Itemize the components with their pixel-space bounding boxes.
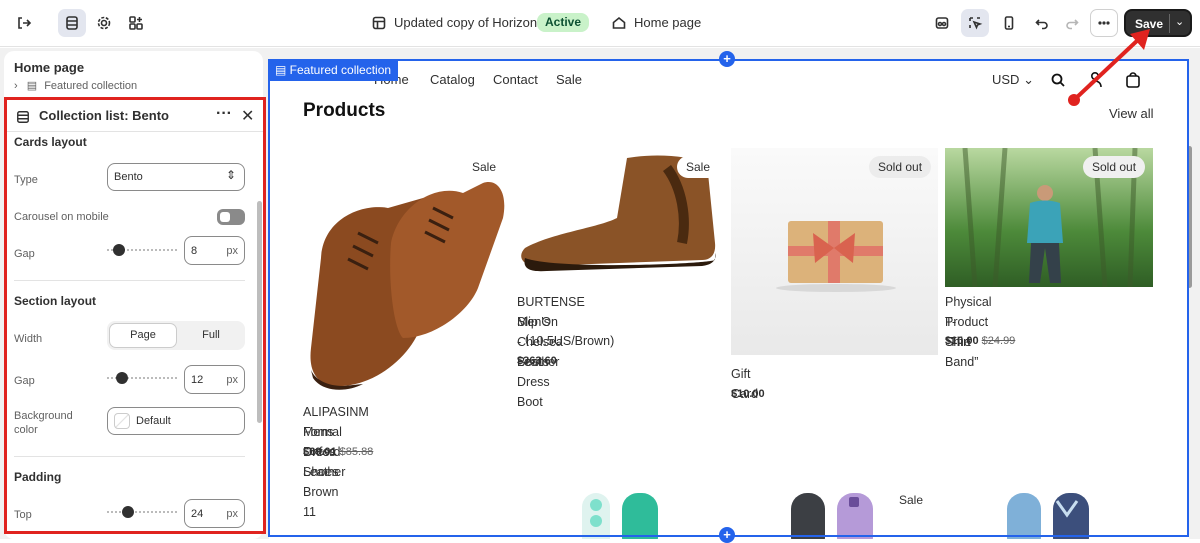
gap-input[interactable]: 8 px (184, 236, 245, 265)
product-image-t-shirt: Sold out (945, 148, 1153, 287)
background-value: Default (136, 415, 171, 427)
width-page-option[interactable]: Page (109, 323, 177, 348)
apps-icon[interactable] (122, 9, 150, 37)
sections-icon[interactable] (58, 9, 86, 37)
collection-icon (17, 111, 29, 123)
product-price: $363.60 (517, 355, 557, 367)
mobile-icon[interactable] (995, 9, 1023, 37)
sidebar: Home page › ▤ Featured collection Collec… (0, 48, 266, 539)
background-label-2: color (14, 424, 38, 436)
sold-out-badge: Sold out (869, 156, 932, 178)
theme-title: Updated copy of Horizon (394, 15, 538, 30)
sale-badge: Sale (677, 156, 720, 178)
account-icon[interactable] (1087, 71, 1103, 88)
product-price: $10.00 $24.99 (945, 335, 1016, 347)
view-all-link[interactable]: View all (1109, 106, 1154, 121)
section-gap-input[interactable]: 12 px (184, 365, 245, 394)
status-badge: Active (537, 13, 590, 32)
product-image-skate-2 (791, 493, 873, 539)
page-selector[interactable]: Home page (634, 15, 701, 30)
carousel-label: Carousel on mobile (14, 211, 109, 223)
preview-scrollbar[interactable] (1187, 146, 1192, 288)
chevron-down-icon[interactable]: ⌄ (1175, 15, 1184, 28)
section-layout-heading: Section layout (14, 294, 97, 308)
section-gap-label: Gap (14, 375, 35, 387)
padding-heading: Padding (14, 470, 62, 484)
background-label: Background (14, 410, 73, 422)
width-full-option[interactable]: Full (177, 323, 245, 348)
padding-top-slider[interactable] (107, 506, 179, 518)
compare-price: $24.99 (981, 335, 1016, 347)
chevron-right-icon[interactable]: › (14, 80, 18, 92)
product-price: $10.00 (731, 388, 765, 400)
cart-icon[interactable] (1125, 71, 1141, 88)
sold-out-badge: Sold out (1083, 156, 1146, 178)
product-image-chelsea-boot: Sale (517, 148, 722, 283)
select-icon[interactable] (961, 9, 989, 37)
section-gap-slider[interactable] (107, 372, 179, 384)
exit-icon[interactable] (10, 9, 38, 37)
sidebar-item-label: Featured collection (44, 80, 138, 92)
background-color-picker[interactable]: Default (107, 407, 245, 435)
store-preview[interactable]: Home Catalog Contact Sale USD ⌄ Products… (269, 59, 1189, 539)
type-select[interactable]: Bento ⇕ (107, 163, 245, 191)
add-section-bottom-icon[interactable]: + (719, 527, 735, 543)
preview-icon[interactable] (928, 9, 956, 37)
preview-canvas: Home Catalog Contact Sale USD ⌄ Products… (266, 48, 1200, 539)
section-icon: ▤ (275, 63, 290, 77)
divider (14, 280, 245, 281)
width-segmented-control[interactable]: Page Full (107, 321, 245, 350)
section-icon: ▤ (26, 80, 38, 92)
nav-catalog[interactable]: Catalog (430, 72, 475, 87)
product-name-3: （10.5US/Brown) (517, 334, 615, 348)
product-name-2: Formal Dress Shoes Brown 11 (303, 425, 342, 519)
divider (14, 456, 245, 457)
featured-collection-tag[interactable]: ▤ Featured collection (268, 59, 399, 81)
collection-title: Collection list: Bento (39, 108, 169, 123)
redo-icon[interactable] (1058, 9, 1086, 37)
sale-badge: Sale (899, 493, 924, 507)
layout-icon (365, 9, 393, 37)
carousel-toggle[interactable] (217, 209, 245, 225)
home-icon (605, 9, 633, 37)
settings-icon[interactable] (90, 9, 118, 37)
undo-icon[interactable] (1028, 9, 1056, 37)
product-image-skate-3 (1007, 493, 1089, 539)
type-label: Type (14, 174, 38, 186)
product-image-gift-card: Sold out (731, 148, 938, 355)
more-icon[interactable]: ··· (216, 105, 232, 123)
type-value: Bento (114, 171, 143, 183)
gap-label: Gap (14, 248, 35, 260)
width-label: Width (14, 333, 43, 345)
save-label: Save (1135, 17, 1164, 31)
product-price: $69.01 $85.88 (303, 446, 374, 458)
padding-top-input[interactable]: 24 px (184, 499, 245, 528)
product-image-oxford: Sale (303, 148, 508, 393)
sidebar-scrollbar[interactable] (257, 201, 262, 423)
close-icon[interactable]: ✕ (241, 106, 254, 126)
color-swatch (114, 413, 130, 429)
page-title: Home page (14, 60, 85, 75)
currency-selector[interactable]: USD ⌄ (992, 72, 1034, 88)
section-title: Products (303, 100, 386, 121)
search-icon[interactable] (1050, 72, 1066, 88)
add-section-top-icon[interactable]: + (719, 51, 735, 67)
nav-contact[interactable]: Contact (493, 72, 538, 87)
save-button[interactable]: Save ⌄ (1124, 9, 1192, 37)
more-icon[interactable] (1090, 9, 1118, 37)
settings-panel: Home page › ▤ Featured collection Collec… (4, 51, 263, 539)
select-arrows-icon: ⇕ (225, 168, 236, 182)
sidebar-item-featured-collection[interactable]: › ▤ Featured collection (14, 79, 137, 92)
compare-price: $85.88 (339, 446, 374, 458)
sale-badge: Sale (463, 156, 506, 178)
gap-slider[interactable] (107, 244, 179, 256)
top-bar: Updated copy of Horizon Active Home page… (0, 0, 1200, 47)
cards-layout-heading: Cards layout (14, 135, 87, 149)
save-divider (1169, 14, 1170, 33)
nav-sale[interactable]: Sale (556, 72, 582, 87)
product-image-skate-1 (582, 493, 658, 539)
collection-header: Collection list: Bento ··· ✕ (4, 100, 263, 132)
padding-top-label: Top (14, 509, 32, 521)
